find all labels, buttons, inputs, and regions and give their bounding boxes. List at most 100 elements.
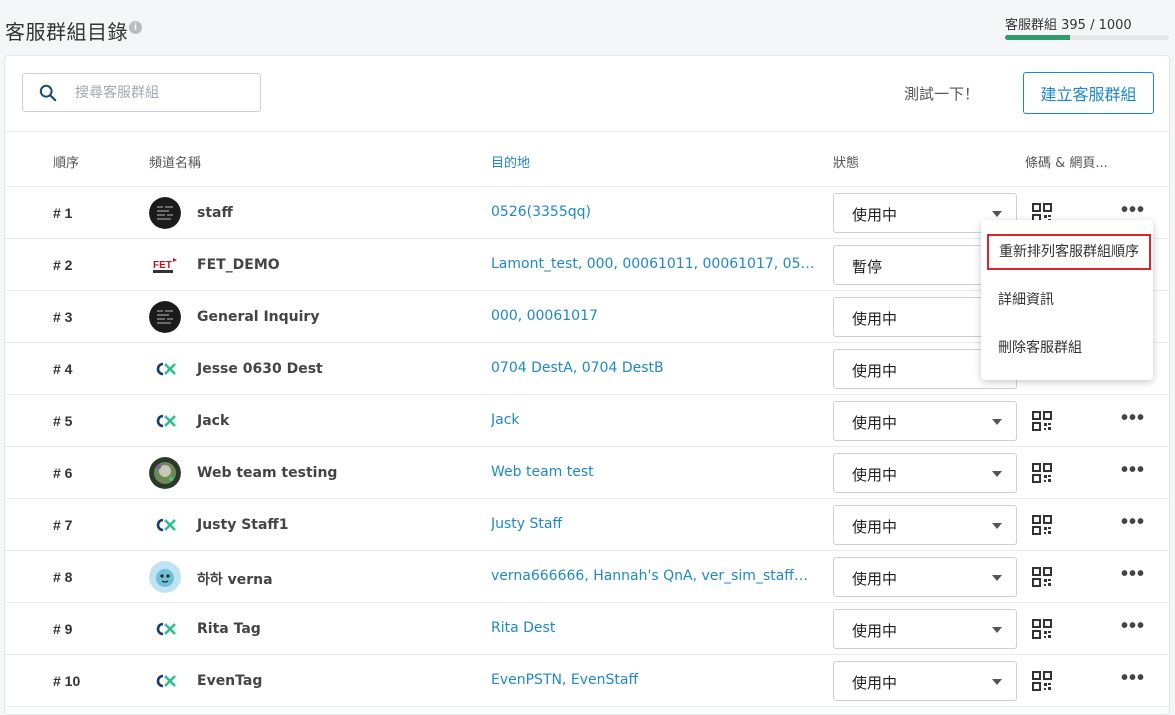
chevron-down-icon bbox=[992, 419, 1002, 425]
qr-code-icon[interactable] bbox=[1032, 463, 1052, 483]
quota-label: 客服群組 395 / 1000 bbox=[1005, 18, 1132, 33]
row-order: # 4 bbox=[53, 361, 73, 377]
row-destination-link[interactable]: Justy Staff bbox=[491, 516, 816, 532]
column-header-name[interactable]: 頻道名稱 bbox=[149, 152, 201, 171]
row-destination-link[interactable]: Web team test bbox=[491, 464, 816, 480]
qr-code-icon[interactable] bbox=[1032, 411, 1052, 431]
info-icon[interactable]: i bbox=[129, 21, 142, 34]
status-value: 使用中 bbox=[852, 362, 898, 380]
dark-avatar bbox=[149, 197, 181, 229]
more-options-icon[interactable]: ••• bbox=[1121, 616, 1145, 639]
more-options-icon[interactable]: ••• bbox=[1121, 512, 1145, 535]
qr-code-icon[interactable] bbox=[1032, 515, 1052, 535]
status-value: 使用中 bbox=[852, 570, 898, 588]
table-header: 順序 頻道名稱 目的地 狀態 條碼 & 網頁... bbox=[5, 131, 1169, 187]
column-header-destination[interactable]: 目的地 bbox=[491, 152, 530, 171]
row-channel-name[interactable]: FET_DEMO bbox=[197, 257, 280, 273]
page-title: 客服群組目錄 bbox=[5, 20, 128, 44]
cartoon-avatar bbox=[149, 561, 181, 593]
status-select[interactable]: 使用中 bbox=[833, 609, 1017, 649]
more-options-icon[interactable]: ••• bbox=[1121, 460, 1145, 483]
quota-progress-fill bbox=[1005, 35, 1070, 40]
row-destination-link[interactable]: 0704 DestA, 0704 DestB bbox=[491, 360, 816, 376]
svg-text:FET: FET bbox=[153, 260, 172, 271]
dark-avatar bbox=[149, 301, 181, 333]
row-order: # 3 bbox=[53, 309, 73, 325]
status-value: 暫停 bbox=[852, 258, 883, 276]
status-value: 使用中 bbox=[852, 622, 898, 640]
chevron-down-icon bbox=[992, 627, 1002, 633]
row-order: # 1 bbox=[53, 205, 73, 221]
status-value: 使用中 bbox=[852, 414, 898, 432]
more-options-icon[interactable]: ••• bbox=[1121, 668, 1145, 691]
group-list-card: 測試一下！ 建立客服群組 順序 頻道名稱 目的地 狀態 條碼 & 網頁... #… bbox=[4, 55, 1170, 715]
row-destination-link[interactable]: EvenPSTN, EvenStaff bbox=[491, 672, 816, 688]
chevron-down-icon bbox=[992, 575, 1002, 581]
test-link[interactable]: 測試一下！ bbox=[904, 83, 979, 104]
fet-logo: FET bbox=[149, 249, 181, 281]
status-select[interactable]: 使用中 bbox=[833, 557, 1017, 597]
cx-logo bbox=[149, 405, 181, 437]
row-order: # 9 bbox=[53, 621, 73, 637]
table-row[interactable]: # 5 Jack Jack 使用中 ••• bbox=[5, 395, 1169, 447]
menu-item-reorder[interactable]: 重新排列客服群組順序 bbox=[987, 234, 1151, 270]
table-row[interactable]: # 9 Rita Tag Rita Dest 使用中 ••• bbox=[5, 603, 1169, 655]
search-icon bbox=[39, 84, 57, 102]
row-order: # 5 bbox=[53, 413, 73, 429]
table-row[interactable]: # 7 Justy Staff1 Justy Staff 使用中 ••• bbox=[5, 499, 1169, 551]
row-destination-link[interactable]: 000, 00061017 bbox=[491, 308, 816, 324]
table-row[interactable]: # 6 Web team testing Web team test 使用中 •… bbox=[5, 447, 1169, 499]
status-value: 使用中 bbox=[852, 674, 898, 692]
row-order: # 7 bbox=[53, 517, 73, 533]
chevron-down-icon bbox=[992, 679, 1002, 685]
qr-code-icon[interactable] bbox=[1032, 619, 1052, 639]
table-row[interactable]: # 8 하하 verna verna666666, Hannah's QnA, … bbox=[5, 551, 1169, 603]
create-group-button[interactable]: 建立客服群組 bbox=[1023, 72, 1154, 114]
status-value: 使用中 bbox=[852, 466, 898, 484]
table-row[interactable]: # 10 EvenTag EvenPSTN, EvenStaff 使用中 ••• bbox=[5, 655, 1169, 707]
row-order: # 2 bbox=[53, 257, 73, 273]
row-destination-link[interactable]: Jack bbox=[491, 412, 816, 428]
row-destination-link[interactable]: Rita Dest bbox=[491, 620, 816, 636]
row-channel-name[interactable]: General Inquiry bbox=[197, 309, 319, 325]
row-channel-name[interactable]: Web team testing bbox=[197, 465, 337, 481]
more-options-icon[interactable]: ••• bbox=[1121, 564, 1145, 587]
row-channel-name[interactable]: Jesse 0630 Dest bbox=[197, 361, 323, 377]
quota-progress-bar bbox=[1005, 35, 1169, 40]
search-input[interactable] bbox=[75, 82, 250, 104]
chevron-down-icon bbox=[992, 523, 1002, 529]
row-order: # 10 bbox=[53, 673, 81, 689]
cx-logo bbox=[149, 353, 181, 385]
qr-code-icon[interactable] bbox=[1032, 671, 1052, 691]
more-options-icon[interactable]: ••• bbox=[1121, 408, 1145, 431]
row-channel-name[interactable]: Jack bbox=[197, 413, 229, 429]
row-order: # 8 bbox=[53, 569, 73, 585]
qr-code-icon[interactable] bbox=[1032, 567, 1052, 587]
row-channel-name[interactable]: Justy Staff1 bbox=[197, 517, 289, 533]
menu-item-delete[interactable]: 刪除客服群組 bbox=[981, 328, 1153, 368]
row-channel-name[interactable]: Rita Tag bbox=[197, 621, 261, 637]
column-header-order[interactable]: 順序 bbox=[53, 152, 79, 171]
status-value: 使用中 bbox=[852, 518, 898, 536]
search-box[interactable] bbox=[22, 73, 261, 112]
column-header-status[interactable]: 狀態 bbox=[833, 152, 859, 171]
cx-logo bbox=[149, 665, 181, 697]
status-value: 使用中 bbox=[852, 310, 898, 328]
chevron-down-icon bbox=[992, 211, 1002, 217]
row-destination-link[interactable]: verna666666, Hannah's QnA, ver_sim_staff… bbox=[491, 568, 816, 584]
row-context-menu: 重新排列客服群組順序 詳細資訊 刪除客服群組 bbox=[981, 220, 1153, 380]
status-select[interactable]: 使用中 bbox=[833, 505, 1017, 545]
row-order: # 6 bbox=[53, 465, 73, 481]
status-select[interactable]: 使用中 bbox=[833, 401, 1017, 441]
cx-logo bbox=[149, 613, 181, 645]
status-select[interactable]: 使用中 bbox=[833, 661, 1017, 701]
menu-item-details[interactable]: 詳細資訊 bbox=[981, 280, 1153, 320]
row-channel-name[interactable]: EvenTag bbox=[197, 673, 262, 689]
column-header-qr[interactable]: 條碼 & 網頁... bbox=[1025, 152, 1108, 171]
row-channel-name[interactable]: staff bbox=[197, 205, 233, 221]
row-destination-link[interactable]: 0526(3355qq) bbox=[491, 204, 816, 220]
row-channel-name[interactable]: 하하 verna bbox=[197, 569, 273, 589]
chevron-down-icon bbox=[992, 471, 1002, 477]
row-destination-link[interactable]: Lamont_test, 000, 00061011, 00061017, 05… bbox=[491, 256, 816, 272]
status-select[interactable]: 使用中 bbox=[833, 453, 1017, 493]
